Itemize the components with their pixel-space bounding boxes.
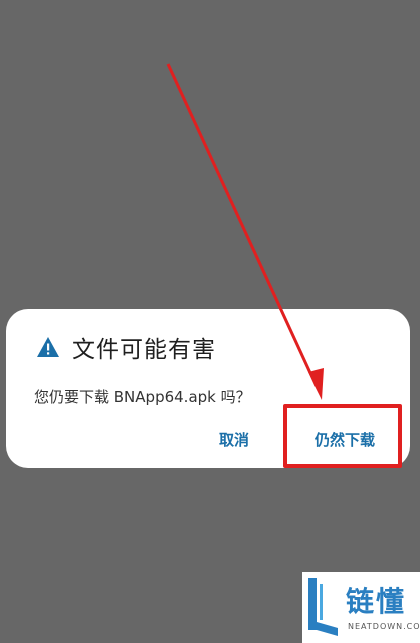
watermark-text-cn: 链懂 (346, 585, 407, 618)
dialog-title: 文件可能有害 (36, 330, 216, 364)
cancel-button[interactable]: 取消 (219, 429, 249, 450)
watermark: 链懂 NEATDOWN.COM (302, 572, 420, 643)
dialog-title-text: 文件可能有害 (72, 337, 216, 363)
neatdown-logo-icon (308, 578, 338, 636)
warning-triangle-icon (37, 337, 59, 357)
highlight-box (283, 404, 402, 468)
dialog-message: 您仍要下载 BNApp64.apk 吗？ (34, 388, 251, 406)
watermark-text-en: NEATDOWN.COM (348, 622, 420, 631)
